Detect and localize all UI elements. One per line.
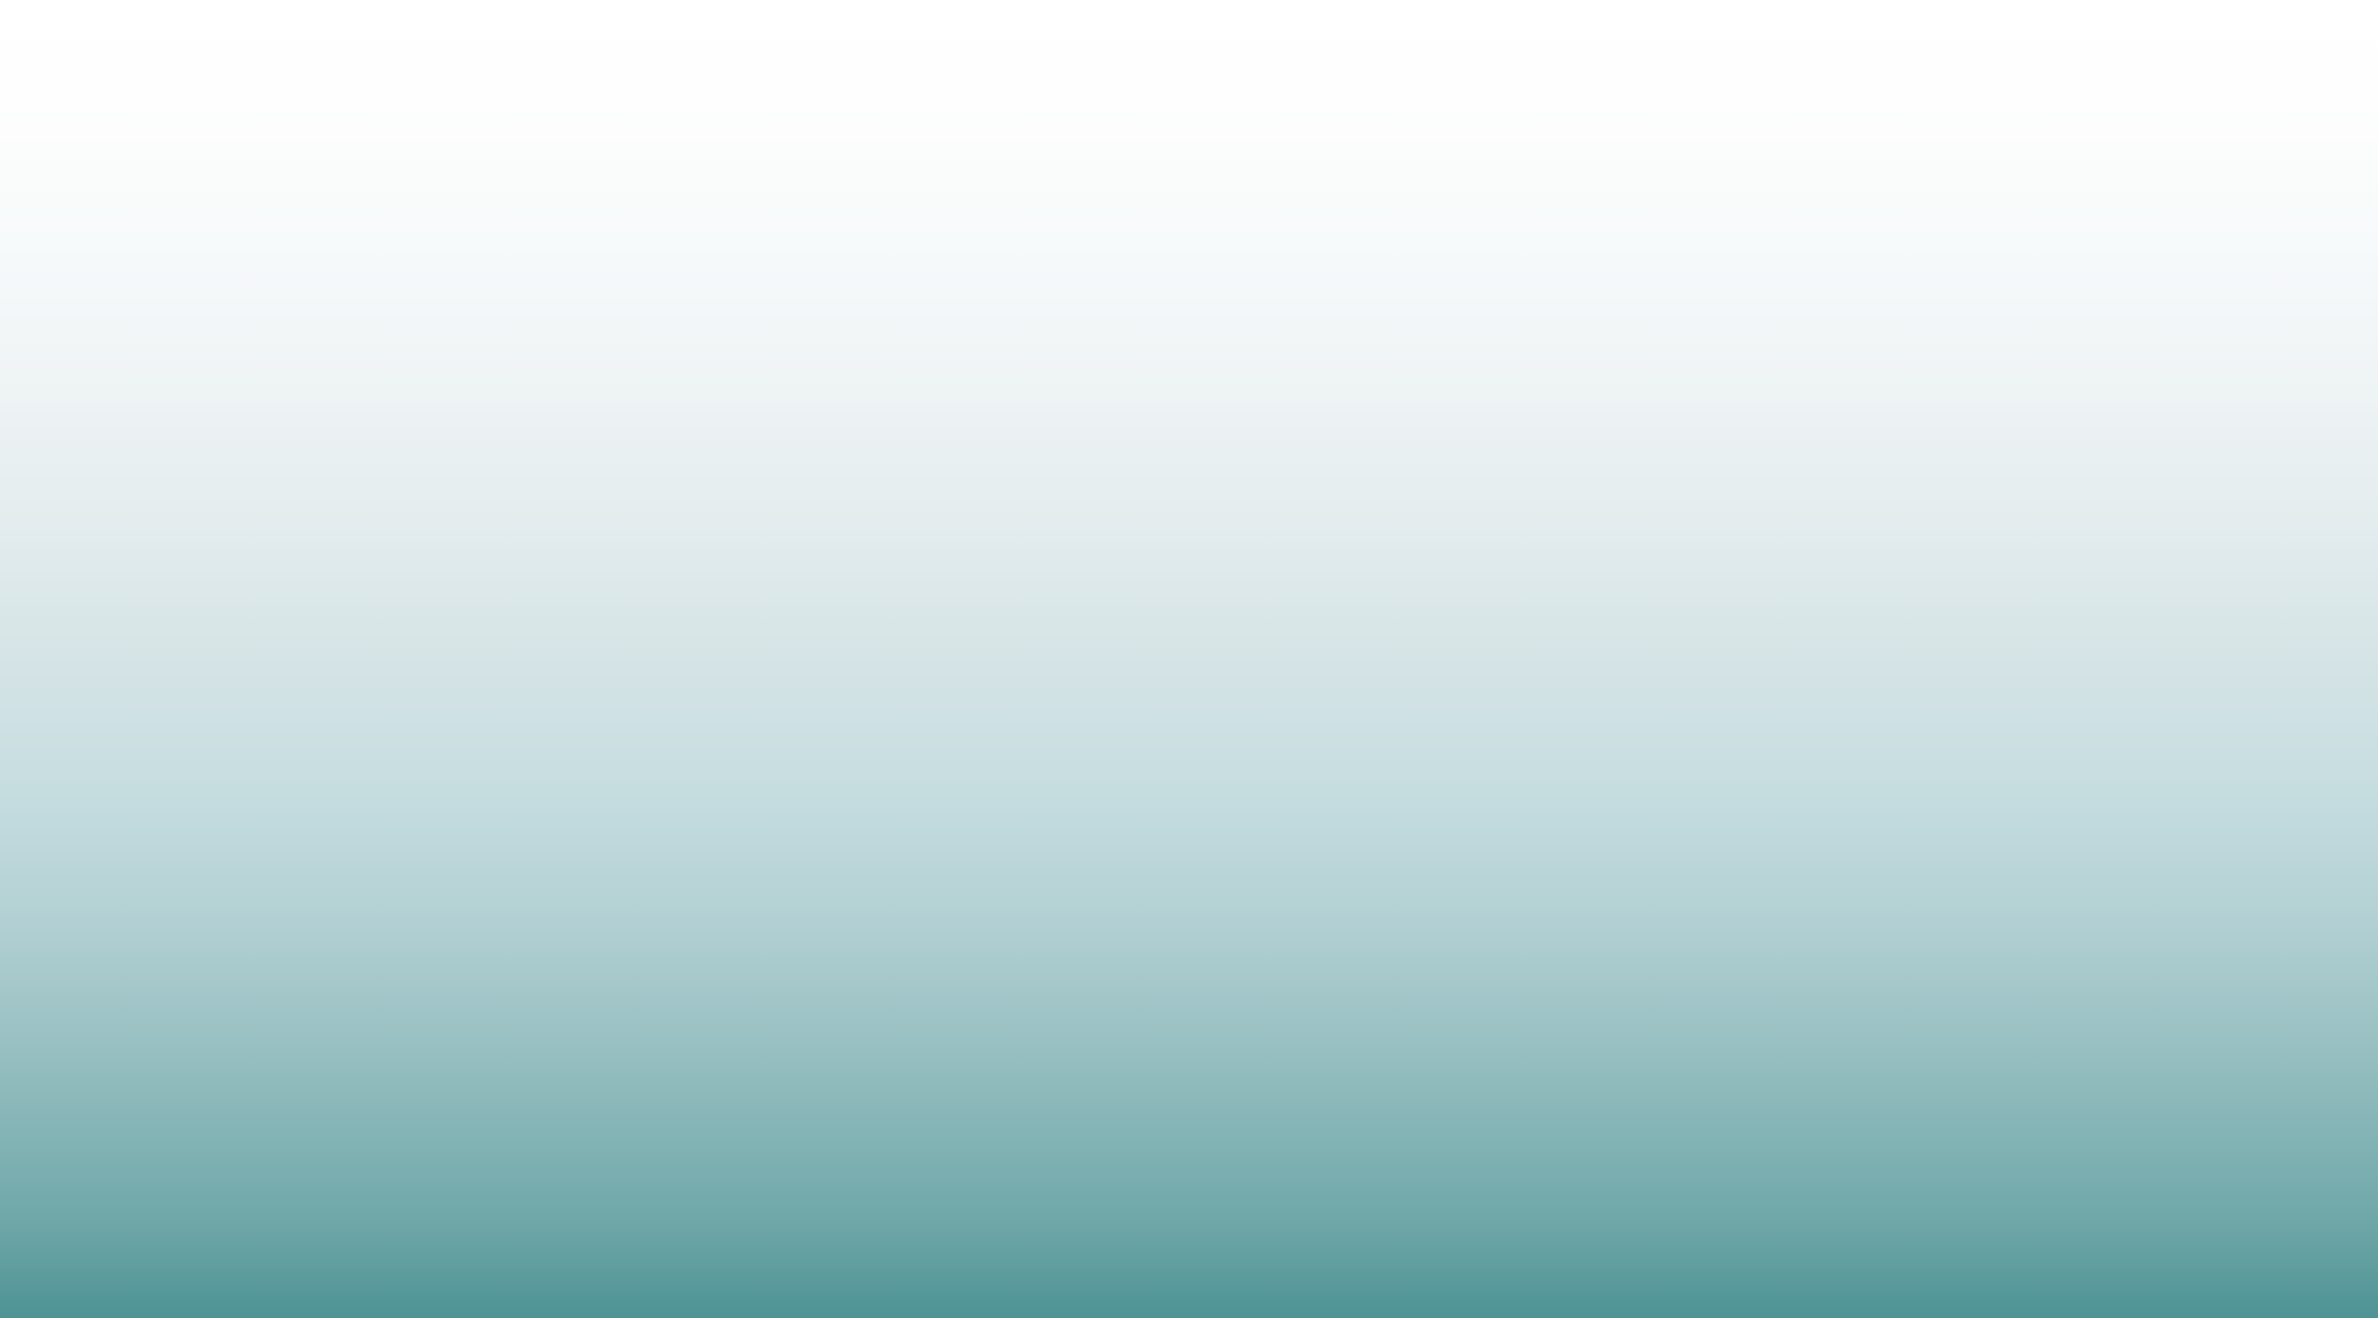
gradient-background xyxy=(0,0,2378,1318)
